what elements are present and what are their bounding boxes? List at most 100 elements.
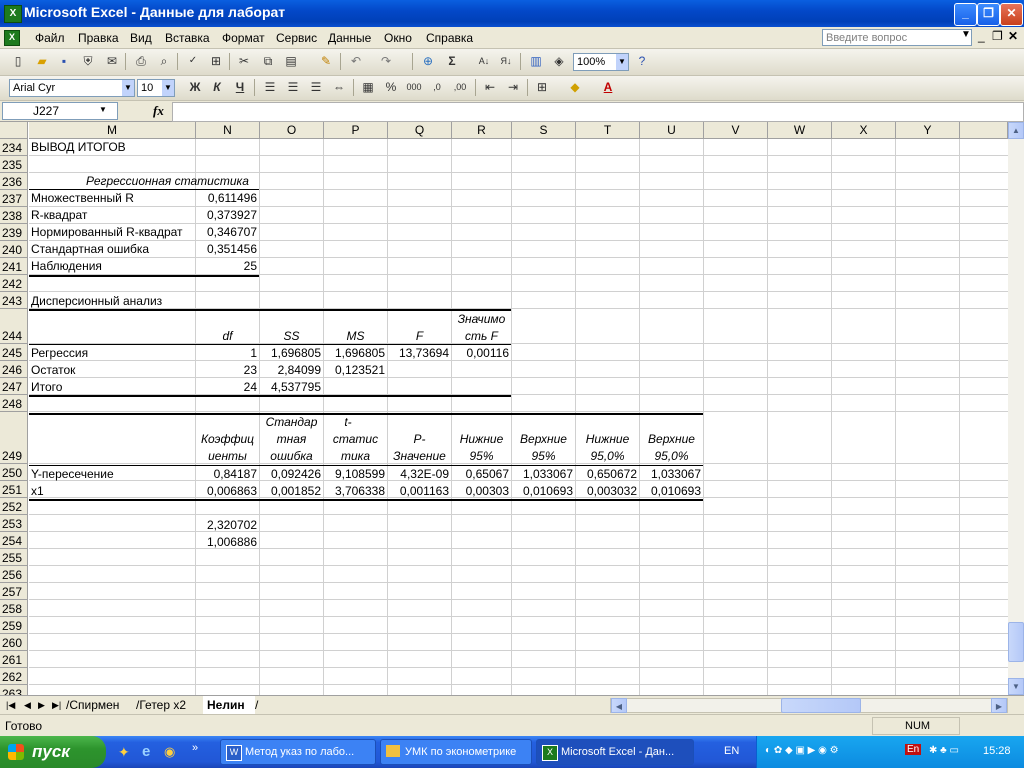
coef-u[interactable]: 0,010693 xyxy=(640,483,701,499)
coef-header-u-1[interactable]: Верхние xyxy=(640,431,703,448)
anova-df[interactable]: 24 xyxy=(196,379,257,395)
coef-header-o-3[interactable]: ошибка xyxy=(260,448,323,465)
row-header[interactable]: 239 xyxy=(0,224,28,241)
row-header[interactable]: 260 xyxy=(0,634,28,651)
row-header[interactable]: 257 xyxy=(0,583,28,600)
first-sheet-icon[interactable]: |◀ xyxy=(6,696,15,714)
column-header[interactable]: X xyxy=(832,122,896,139)
column-header[interactable]: U xyxy=(640,122,704,139)
italic-button[interactable]: К xyxy=(209,79,225,95)
anova-header-sig-1[interactable]: Значимо xyxy=(452,311,511,328)
autosum-icon[interactable]: Σ xyxy=(444,53,460,69)
anova-ss[interactable]: 4,537795 xyxy=(260,379,321,395)
bold-button[interactable]: Ж xyxy=(187,79,203,95)
anova-f[interactable]: 13,73694 xyxy=(388,345,449,361)
anova-header-sig-2[interactable]: сть F xyxy=(452,328,511,345)
coef-r[interactable]: 0,00303 xyxy=(452,483,509,499)
row-header[interactable]: 255 xyxy=(0,549,28,566)
stat-value[interactable]: 0,346707 xyxy=(196,224,257,240)
paste-icon[interactable]: ▤ xyxy=(283,53,299,69)
scroll-thumb[interactable] xyxy=(1008,622,1024,662)
coef-header-n-1[interactable]: Коэффиц xyxy=(196,431,259,448)
sheet-tab-spearman[interactable]: /Спирмен xyxy=(66,696,119,714)
percent-button[interactable]: % xyxy=(383,79,399,95)
anova-df[interactable]: 23 xyxy=(196,362,257,378)
chart-wizard-icon[interactable]: ▥ xyxy=(528,53,544,69)
coef-header-s-1[interactable]: Верхние xyxy=(512,431,575,448)
minimize-button[interactable]: _ xyxy=(954,3,977,26)
decrease-indent-icon[interactable]: ⇤ xyxy=(482,79,498,95)
coef-header-o-1[interactable]: Стандар xyxy=(260,414,323,431)
ask-dropdown-icon[interactable]: ▼ xyxy=(961,29,971,40)
tray-language-icon[interactable]: En xyxy=(905,744,922,755)
quicklaunch-icon[interactable]: ✦ xyxy=(118,744,130,761)
coef-q[interactable]: 4,32E-09 xyxy=(388,466,449,482)
anova-ss[interactable]: 2,84099 xyxy=(260,362,321,378)
anova-ms[interactable]: 0,123521 xyxy=(324,362,385,378)
stat-label[interactable]: Наблюдения xyxy=(31,258,102,274)
coef-header-o-2[interactable]: тная xyxy=(260,431,323,448)
task-excel[interactable]: X Microsoft Excel - Дан... xyxy=(536,739,694,765)
row-header[interactable]: 247 xyxy=(0,378,28,395)
stat-value[interactable]: 25 xyxy=(196,258,257,274)
horizontal-scrollbar[interactable]: ◀ ▶ xyxy=(610,698,1008,713)
coef-header-t-2[interactable]: 95,0% xyxy=(576,448,639,465)
coef-q[interactable]: 0,001163 xyxy=(388,483,449,499)
coef-n[interactable]: 0,84187 xyxy=(196,466,257,482)
row-header[interactable]: 245 xyxy=(0,344,28,361)
formula-input[interactable] xyxy=(172,102,1024,122)
doc-minimize-button[interactable]: _ xyxy=(978,29,985,43)
anova-header-ss[interactable]: SS xyxy=(260,328,323,345)
column-header[interactable]: P xyxy=(324,122,388,139)
print-preview-icon[interactable]: ⌕ xyxy=(156,53,172,69)
open-icon[interactable]: ▰ xyxy=(34,53,50,69)
tray-icons-2[interactable]: ✱ ♣ ▭ xyxy=(929,745,959,756)
stat-label[interactable]: Множественный R xyxy=(31,190,134,206)
print-icon[interactable]: ⎙ xyxy=(133,53,149,69)
doc-excel-icon[interactable]: X xyxy=(4,30,20,46)
coef-s[interactable]: 0,010693 xyxy=(512,483,573,499)
coef-p[interactable]: 3,706338 xyxy=(324,483,385,499)
sheet-tab-nelin-active[interactable]: Нелин xyxy=(203,696,255,714)
menu-help[interactable]: Справка xyxy=(426,31,473,45)
menu-window[interactable]: Окно xyxy=(384,31,412,45)
zoom-select[interactable]: 100% ▼ xyxy=(573,53,629,71)
row-header[interactable]: 238 xyxy=(0,207,28,224)
ask-question-input[interactable]: Введите вопрос xyxy=(822,29,972,46)
coef-header-q-1[interactable]: P- xyxy=(388,431,451,448)
doc-close-button[interactable]: ✕ xyxy=(1008,29,1018,43)
hyperlink-icon[interactable]: ⊕ xyxy=(420,53,436,69)
stat-label[interactable]: R-квадрат xyxy=(31,207,87,223)
row-header[interactable]: 256 xyxy=(0,566,28,583)
row-header[interactable]: 244 xyxy=(0,309,28,344)
stat-label[interactable]: Нормированный R-квадрат xyxy=(31,224,183,240)
row-header[interactable]: 254 xyxy=(0,532,28,549)
help-icon[interactable]: ? xyxy=(634,53,650,69)
coef-header-r-2[interactable]: 95% xyxy=(452,448,511,465)
prev-sheet-icon[interactable]: ◀ xyxy=(24,696,31,714)
format-painter-icon[interactable]: ✎ xyxy=(318,53,334,69)
new-icon[interactable]: ▯ xyxy=(10,53,26,69)
menu-insert[interactable]: Вставка xyxy=(165,31,210,45)
regression-stats-header[interactable]: Регрессионная статистика xyxy=(86,173,249,189)
menu-edit[interactable]: Правка xyxy=(78,31,119,45)
row-header[interactable]: 236 xyxy=(0,173,28,190)
row-header[interactable]: 235 xyxy=(0,156,28,173)
row-header[interactable]: 250 xyxy=(0,464,28,481)
quicklaunch-more-icon[interactable]: » xyxy=(192,742,198,754)
spelling-icon[interactable]: ✓ xyxy=(185,53,201,69)
coef-header-u-2[interactable]: 95,0% xyxy=(640,448,703,465)
cut-icon[interactable]: ✂ xyxy=(236,53,252,69)
zoom-dropdown-icon[interactable]: ▼ xyxy=(616,54,628,70)
ie-icon[interactable]: e xyxy=(142,743,150,760)
start-button[interactable]: пуск xyxy=(0,736,106,768)
currency-icon[interactable]: ▦ xyxy=(360,79,376,95)
research-icon[interactable]: ⊞ xyxy=(208,53,224,69)
row-header[interactable]: 240 xyxy=(0,241,28,258)
column-header[interactable]: O xyxy=(260,122,324,139)
merge-center-icon[interactable]: ⇔ xyxy=(331,79,347,95)
column-header[interactable]: S xyxy=(512,122,576,139)
coef-header-p-2[interactable]: статис xyxy=(324,431,387,448)
row-header[interactable]: 259 xyxy=(0,617,28,634)
coef-header-r-1[interactable]: Нижние xyxy=(452,431,511,448)
